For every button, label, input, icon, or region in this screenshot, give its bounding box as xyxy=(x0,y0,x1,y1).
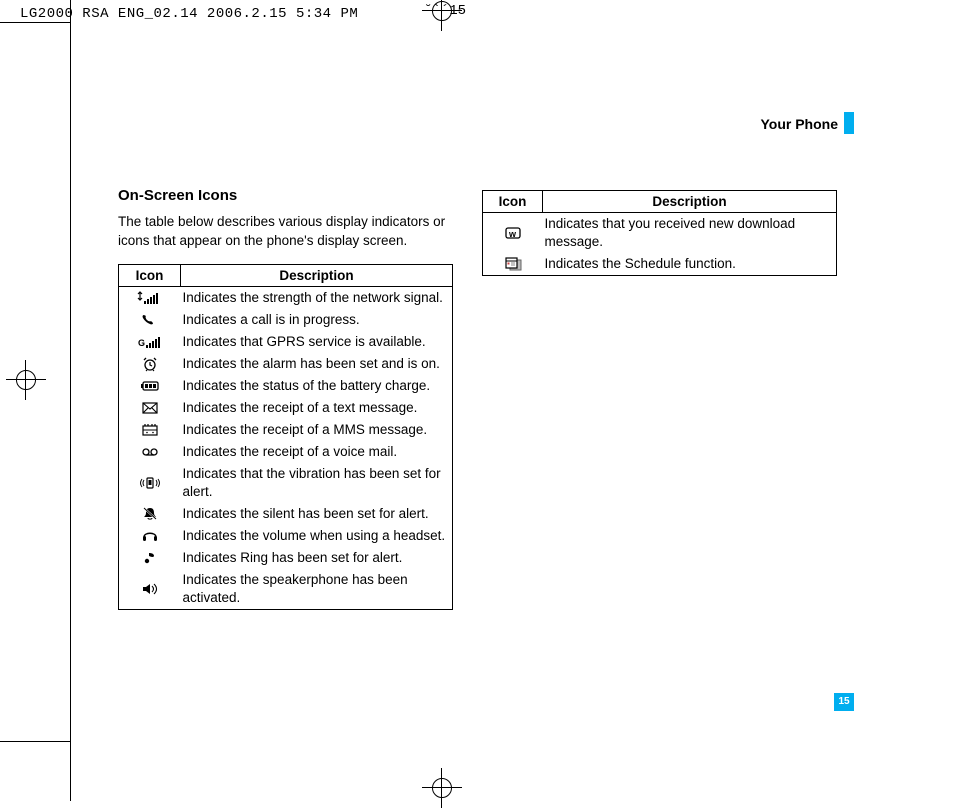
registration-mark-icon xyxy=(432,778,452,798)
desc-cell: Indicates the receipt of a MMS message. xyxy=(181,419,453,441)
section-label: Your Phone xyxy=(760,116,838,132)
table-row: Indicates the status of the battery char… xyxy=(119,375,453,397)
th-icon: Icon xyxy=(119,265,181,287)
th-icon: Icon xyxy=(483,191,543,213)
silent-alert-icon xyxy=(136,506,164,522)
table-row: Indicates the receipt of a MMS message. xyxy=(119,419,453,441)
desc-cell: Indicates Ring has been set for alert. xyxy=(181,547,453,569)
ring-alert-icon xyxy=(136,550,164,566)
crop-mark xyxy=(70,0,71,22)
desc-cell: Indicates that the vibration has been se… xyxy=(181,463,453,503)
download-message-icon: w xyxy=(499,225,527,241)
headset-volume-icon xyxy=(136,528,164,544)
table-row: Indicates that the vibration has been se… xyxy=(119,463,453,503)
desc-cell: Indicates the status of the battery char… xyxy=(181,375,453,397)
speakerphone-icon xyxy=(136,581,164,597)
battery-icon xyxy=(136,378,164,394)
text-message-icon xyxy=(136,400,164,416)
desc-cell: Indicates the silent has been set for al… xyxy=(181,503,453,525)
table-row: w Indicates that you received new downlo… xyxy=(483,213,837,254)
desc-cell: Indicates the receipt of a voice mail. xyxy=(181,441,453,463)
section-accent-box xyxy=(844,112,854,134)
table-row: Indicates the strength of the network si… xyxy=(119,287,453,310)
signal-strength-icon xyxy=(136,290,164,306)
th-description: Description xyxy=(181,265,453,287)
voicemail-icon xyxy=(136,444,164,460)
alarm-icon xyxy=(136,356,164,372)
mms-message-icon xyxy=(136,422,164,438)
desc-cell: Indicates that you received new download… xyxy=(543,213,837,254)
svg-text:w: w xyxy=(508,229,517,239)
table-row: Indicates the Schedule function. xyxy=(483,253,837,276)
svg-text:G: G xyxy=(138,338,145,348)
table-row: Indicates the speakerphone has been acti… xyxy=(119,569,453,610)
desc-cell: Indicates the alarm has been set and is … xyxy=(181,353,453,375)
desc-cell: Indicates the speakerphone has been acti… xyxy=(181,569,453,610)
th-description: Description xyxy=(543,191,837,213)
table-row: G Indicates that GPRS service is availab… xyxy=(119,331,453,353)
page-number-badge: 15 xyxy=(834,693,854,711)
registration-mark-icon xyxy=(16,370,36,390)
call-in-progress-icon xyxy=(136,312,164,328)
desc-cell: Indicates the strength of the network si… xyxy=(181,287,453,310)
intro-paragraph: The table below describes various displa… xyxy=(118,212,453,250)
table-row: Indicates the alarm has been set and is … xyxy=(119,353,453,375)
icon-table-left: Icon Description Indicates the strength … xyxy=(118,264,453,610)
desc-cell: Indicates a call is in progress. xyxy=(181,309,453,331)
crop-mark xyxy=(0,22,70,23)
table-row: Indicates Ring has been set for alert. xyxy=(119,547,453,569)
desc-cell: Indicates the volume when using a headse… xyxy=(181,525,453,547)
registration-mark-icon xyxy=(432,1,452,21)
desc-cell: Indicates that GPRS service is available… xyxy=(181,331,453,353)
table-row: Indicates the receipt of a text message. xyxy=(119,397,453,419)
table-row: Indicates a call is in progress. xyxy=(119,309,453,331)
gprs-service-icon: G xyxy=(136,334,164,350)
table-row: Indicates the silent has been set for al… xyxy=(119,503,453,525)
desc-cell: Indicates the Schedule function. xyxy=(543,253,837,276)
desc-cell: Indicates the receipt of a text message. xyxy=(181,397,453,419)
crop-mark xyxy=(0,741,70,742)
schedule-icon xyxy=(499,256,527,272)
crop-mark xyxy=(70,741,71,801)
table-row: Indicates the volume when using a headse… xyxy=(119,525,453,547)
margin-line xyxy=(70,22,71,741)
heading-on-screen-icons: On-Screen Icons xyxy=(118,187,453,204)
vibration-alert-icon xyxy=(136,475,164,491)
table-row: Indicates the receipt of a voice mail. xyxy=(119,441,453,463)
icon-table-right: Icon Description w Indicates that you re… xyxy=(482,190,837,276)
